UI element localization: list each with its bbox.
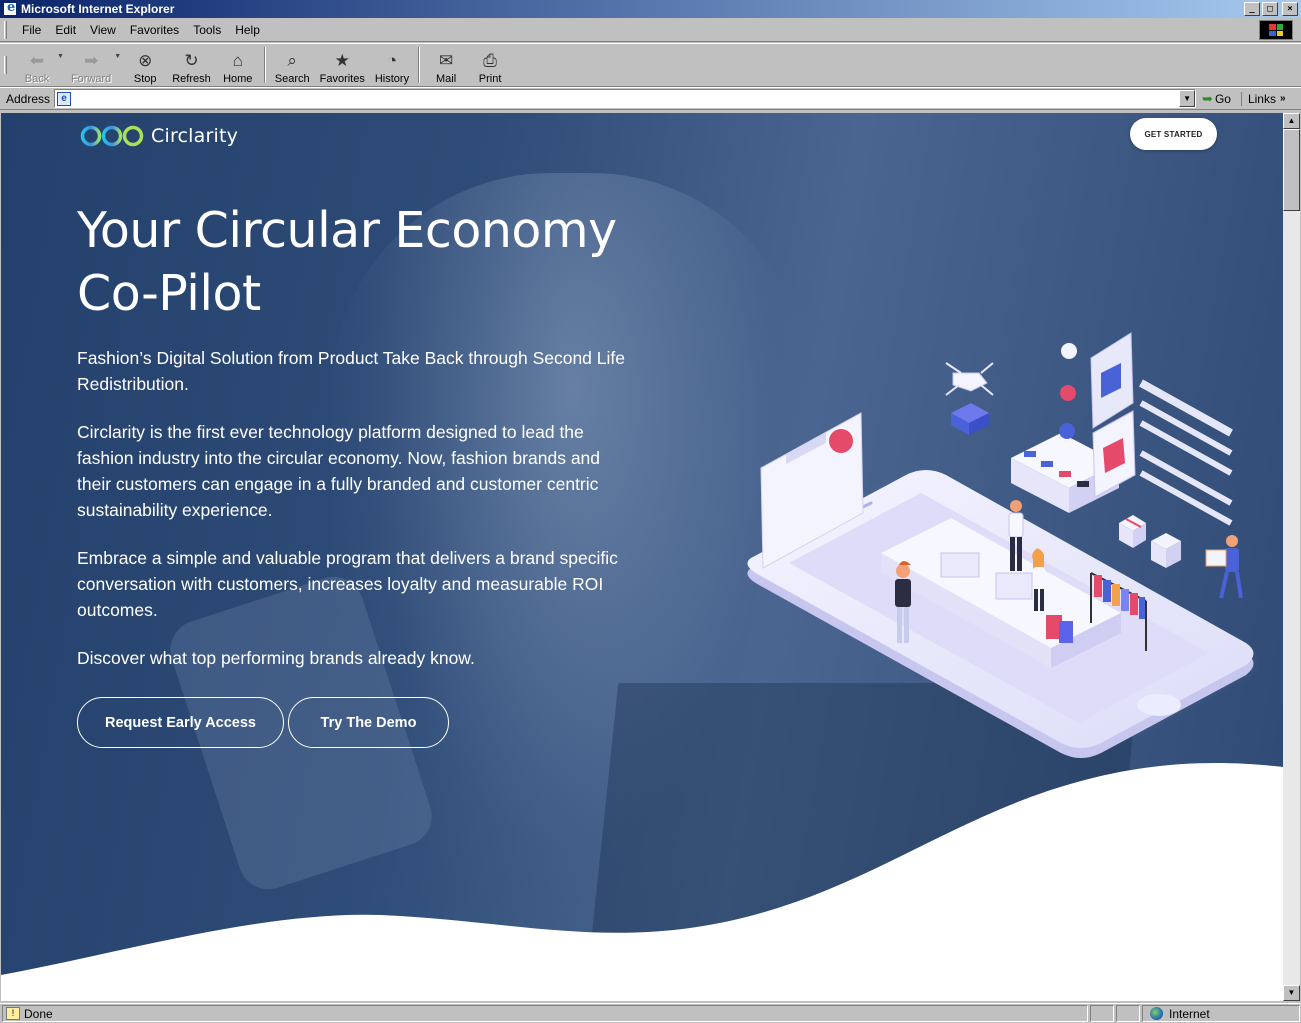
refresh-button[interactable]: ↻ Refresh bbox=[167, 45, 216, 85]
ie-app-icon bbox=[3, 0, 17, 16]
page-status-icon: ! bbox=[6, 1007, 20, 1020]
favorites-label: Favorites bbox=[319, 73, 365, 85]
isometric-store-illustration bbox=[747, 332, 1254, 758]
scroll-down-icon[interactable]: ▼ bbox=[1283, 985, 1300, 1001]
window-titlebar[interactable]: Microsoft Internet Explorer _ □ × bbox=[0, 0, 1301, 18]
windows-logo-icon bbox=[1259, 20, 1293, 40]
refresh-icon: ↻ bbox=[184, 51, 199, 70]
brand-logo[interactable]: Circlarity bbox=[79, 124, 238, 148]
address-input[interactable] bbox=[74, 91, 1196, 106]
menu-bar: File Edit View Favorites Tools Help bbox=[0, 18, 1301, 42]
stop-button[interactable]: ⊗ Stop bbox=[123, 45, 167, 85]
vertical-scrollbar[interactable]: ▲ ▼ bbox=[1283, 113, 1300, 1001]
toolbar-separator bbox=[418, 47, 421, 83]
back-dropdown-icon[interactable]: ▼ bbox=[57, 53, 64, 60]
bottom-wave-shape bbox=[1, 762, 1283, 1001]
mail-icon: ✉ bbox=[438, 51, 454, 70]
menu-tools[interactable]: Tools bbox=[186, 23, 228, 37]
address-field[interactable]: e ▼ bbox=[54, 89, 1197, 108]
refresh-label: Refresh bbox=[172, 73, 211, 85]
toolbar-separator bbox=[263, 47, 266, 83]
forward-label: Forward bbox=[70, 73, 112, 85]
go-arrow-icon: ➥ bbox=[1202, 90, 1213, 106]
print-button[interactable]: ⎙ Print bbox=[468, 45, 512, 85]
history-label: History bbox=[374, 73, 410, 85]
printer-icon: ⎙ bbox=[483, 51, 497, 70]
window-controls: _ □ × bbox=[1244, 2, 1298, 16]
mail-label: Mail bbox=[436, 73, 457, 85]
hero-paragraph-program: Embrace a simple and valuable program th… bbox=[77, 548, 618, 620]
status-text: Done bbox=[24, 1006, 53, 1021]
get-started-button[interactable]: GET STARTED bbox=[1130, 118, 1217, 150]
history-button[interactable]: ◔ History bbox=[370, 45, 414, 85]
scroll-thumb[interactable] bbox=[1283, 129, 1300, 211]
search-button[interactable]: ⌕ Search bbox=[270, 45, 315, 85]
links-button[interactable]: Links » bbox=[1240, 91, 1286, 106]
try-demo-button[interactable]: Try The Demo bbox=[288, 697, 449, 748]
hero-paragraph-intro: Circlarity is the first ever technology … bbox=[77, 422, 601, 520]
scroll-up-icon[interactable]: ▲ bbox=[1283, 113, 1300, 129]
status-bar: ! Done Internet bbox=[0, 1003, 1301, 1023]
standard-toolbar: ⬅ Back ▼ ➡ Forward ▼ ⊗ Stop ↻ Refresh ⌂ … bbox=[0, 43, 1301, 87]
window-title: Microsoft Internet Explorer bbox=[21, 2, 175, 16]
address-dropdown-icon[interactable]: ▼ bbox=[1179, 90, 1196, 107]
status-message: ! Done bbox=[2, 1005, 1088, 1022]
history-icon: ◔ bbox=[386, 51, 398, 70]
brand-name: Circlarity bbox=[151, 125, 239, 147]
home-icon: ⌂ bbox=[232, 51, 243, 70]
links-label: Links bbox=[1247, 91, 1276, 106]
zone-text: Internet bbox=[1169, 1006, 1210, 1021]
maximize-button[interactable]: □ bbox=[1262, 2, 1278, 16]
search-icon: ⌕ bbox=[287, 51, 297, 70]
page-icon: e bbox=[57, 91, 72, 106]
menu-view[interactable]: View bbox=[83, 23, 123, 37]
hero-paragraph-discover: Discover what top performing brands alre… bbox=[77, 648, 475, 668]
mail-button[interactable]: ✉ Mail bbox=[424, 45, 468, 85]
minimize-button[interactable]: _ bbox=[1244, 2, 1260, 16]
close-button[interactable]: × bbox=[1282, 2, 1298, 16]
address-bar: Address e ▼ ➥ Go Links » bbox=[0, 87, 1301, 110]
hero-subtitle: Fashion’s Digital Solution from Product … bbox=[77, 348, 625, 394]
forward-arrow-icon: ➡ bbox=[83, 51, 99, 70]
back-label: Back bbox=[24, 73, 50, 85]
menu-edit[interactable]: Edit bbox=[48, 23, 83, 37]
hero-title: Your Circular Economy Co-Pilot bbox=[77, 199, 657, 325]
status-panel bbox=[1116, 1005, 1140, 1022]
security-zone: Internet bbox=[1142, 1005, 1300, 1022]
home-button[interactable]: ⌂ Home bbox=[216, 45, 260, 85]
address-label: Address bbox=[6, 91, 51, 106]
print-label: Print bbox=[478, 73, 502, 85]
forward-dropdown-icon[interactable]: ▼ bbox=[114, 53, 121, 60]
back-arrow-icon: ⬅ bbox=[29, 51, 45, 70]
hero-title-line1: Your Circular Economy bbox=[77, 202, 617, 259]
hero-title-line2: Co-Pilot bbox=[77, 265, 261, 322]
menubar-grip[interactable] bbox=[4, 20, 7, 39]
forward-button[interactable]: ➡ Forward bbox=[66, 45, 116, 85]
status-panel bbox=[1090, 1005, 1114, 1022]
favorites-button[interactable]: ★ Favorites bbox=[315, 45, 370, 85]
stop-icon: ⊗ bbox=[138, 51, 153, 70]
go-label: Go bbox=[1214, 91, 1231, 106]
chevron-right-icon: » bbox=[1279, 93, 1286, 104]
back-button[interactable]: ⬅ Back bbox=[15, 45, 59, 85]
globe-icon bbox=[1150, 1007, 1163, 1020]
infinity-logo-icon bbox=[80, 125, 144, 147]
menu-favorites[interactable]: Favorites bbox=[123, 23, 186, 37]
request-early-access-button[interactable]: Request Early Access bbox=[77, 697, 284, 748]
menu-help[interactable]: Help bbox=[228, 23, 267, 37]
home-label: Home bbox=[223, 73, 253, 85]
toolbar-grip[interactable] bbox=[4, 56, 7, 74]
search-label: Search bbox=[274, 73, 310, 85]
page-viewport: Circlarity GET STARTED Your Circular Eco… bbox=[1, 113, 1283, 1001]
stop-label: Stop bbox=[133, 73, 157, 85]
menu-file[interactable]: File bbox=[15, 23, 48, 37]
favorites-folder-icon: ★ bbox=[334, 51, 350, 70]
go-button[interactable]: ➥ Go bbox=[1202, 91, 1231, 107]
